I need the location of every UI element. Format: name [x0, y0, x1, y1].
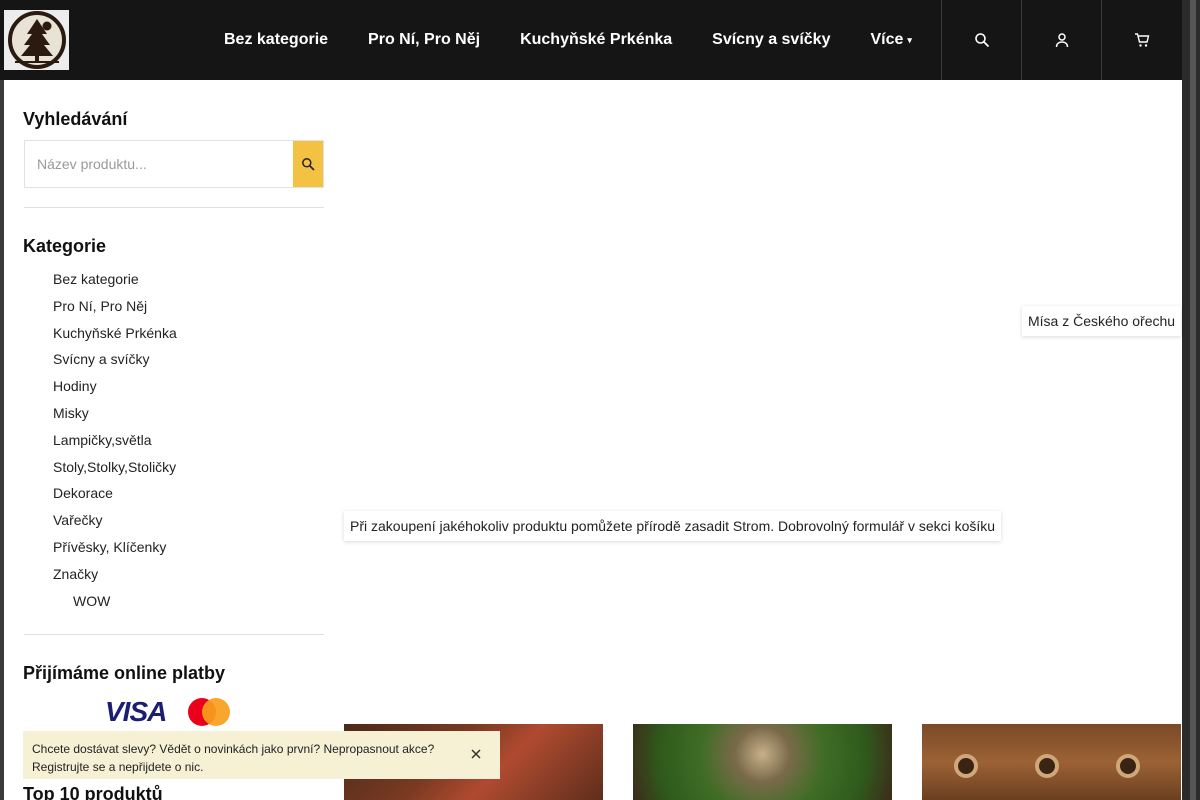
- category-item-dekorace[interactable]: Dekorace: [53, 483, 177, 510]
- category-item-kuchynske-prkenka[interactable]: Kuchyňské Prkénka: [53, 323, 177, 350]
- slider-caption-tree-info[interactable]: Při zakoupení jakéhokoliv produktu pomůž…: [344, 511, 1002, 541]
- product-image[interactable]: [922, 724, 1181, 800]
- slider-caption-product[interactable]: Mísa z Českého ořechu: [1022, 306, 1182, 336]
- nav-item-vice[interactable]: Více ▾: [850, 0, 931, 80]
- knob-detail: [1116, 754, 1140, 778]
- category-list: Bez kategorie Pro Ní, Pro Něj Kuchyňské …: [53, 269, 177, 617]
- payments-title: Přijímáme online platby: [23, 663, 226, 683]
- category-item-misky[interactable]: Misky: [53, 403, 177, 430]
- visa-logo: VISA: [105, 696, 167, 727]
- search-input[interactable]: [25, 141, 293, 187]
- newsletter-text-line-2: Registrujte se a nepřijdete o nic.: [32, 760, 204, 774]
- nav-item-vice-label: Více: [870, 31, 904, 49]
- vertical-scrollbar[interactable]: [1182, 0, 1200, 800]
- search-box: [24, 140, 324, 188]
- sidebar-divider: [24, 207, 324, 208]
- site-header: Bez kategorie Pro Ní, Pro Něj Kuchyňské …: [0, 0, 1182, 80]
- scrollbar-thumb[interactable]: [1190, 0, 1196, 800]
- search-submit-button[interactable]: [293, 141, 323, 187]
- search-title: Vyhledávání: [23, 109, 128, 129]
- category-item-stoly[interactable]: Stoly,Stolky,Stoličky: [53, 457, 177, 484]
- categories-title: Kategorie: [23, 236, 107, 256]
- category-item-wow[interactable]: WOW: [53, 591, 177, 618]
- header-cart-button[interactable]: [1101, 0, 1181, 80]
- knob-detail: [1035, 754, 1059, 778]
- header-actions: [941, 0, 1181, 80]
- newsletter-text-line-1: Chcete dostávat slevy? Vědět o novinkách…: [32, 742, 435, 756]
- header-account-button[interactable]: [1021, 0, 1101, 80]
- tree-logo-icon: [7, 11, 66, 69]
- main-navigation: Bez kategorie Pro Ní, Pro Něj Kuchyňské …: [204, 0, 932, 80]
- header-search-button[interactable]: [941, 0, 1021, 80]
- newsletter-popup[interactable]: Chcete dostávat slevy? Vědět o novinkách…: [23, 731, 500, 779]
- user-icon: [1055, 33, 1068, 48]
- product-image[interactable]: [633, 724, 892, 800]
- category-item-privesky-klicenky[interactable]: Přívěsky, Klíčenky: [53, 537, 177, 564]
- close-icon[interactable]: [470, 748, 482, 760]
- top10-title: Top 10 produktů: [23, 784, 163, 800]
- category-item-varecky[interactable]: Vařečky: [53, 510, 177, 537]
- category-item-svicny-a-svicky[interactable]: Svícny a svíčky: [53, 349, 177, 376]
- mastercard-logo: [188, 698, 231, 726]
- category-item-znacky[interactable]: Značky: [53, 564, 177, 591]
- search-icon: [974, 33, 989, 48]
- category-item-hodiny[interactable]: Hodiny: [53, 376, 177, 403]
- nav-item-kuchynske-prkenka[interactable]: Kuchyňské Prkénka: [500, 0, 692, 80]
- cart-icon: [1134, 33, 1149, 47]
- sidebar-divider: [24, 634, 324, 635]
- nav-item-pro-ni-pro-nej[interactable]: Pro Ní, Pro Něj: [348, 0, 500, 80]
- category-item-lampicky-svetla[interactable]: Lampičky,světla: [53, 430, 177, 457]
- knob-detail: [954, 754, 978, 778]
- payment-logos: VISA: [105, 696, 231, 728]
- nav-item-svicny-a-svicky[interactable]: Svícny a svíčky: [692, 0, 850, 80]
- search-icon: [302, 158, 315, 171]
- category-item-bez-kategorie[interactable]: Bez kategorie: [53, 269, 177, 296]
- category-item-pro-ni-pro-nej[interactable]: Pro Ní, Pro Něj: [53, 296, 177, 323]
- chevron-down-icon: ▾: [907, 34, 912, 45]
- nav-item-bez-kategorie[interactable]: Bez kategorie: [204, 0, 348, 80]
- page: Bez kategorie Pro Ní, Pro Něj Kuchyňské …: [0, 0, 1200, 800]
- site-logo[interactable]: [4, 10, 69, 70]
- left-edge: [0, 0, 4, 800]
